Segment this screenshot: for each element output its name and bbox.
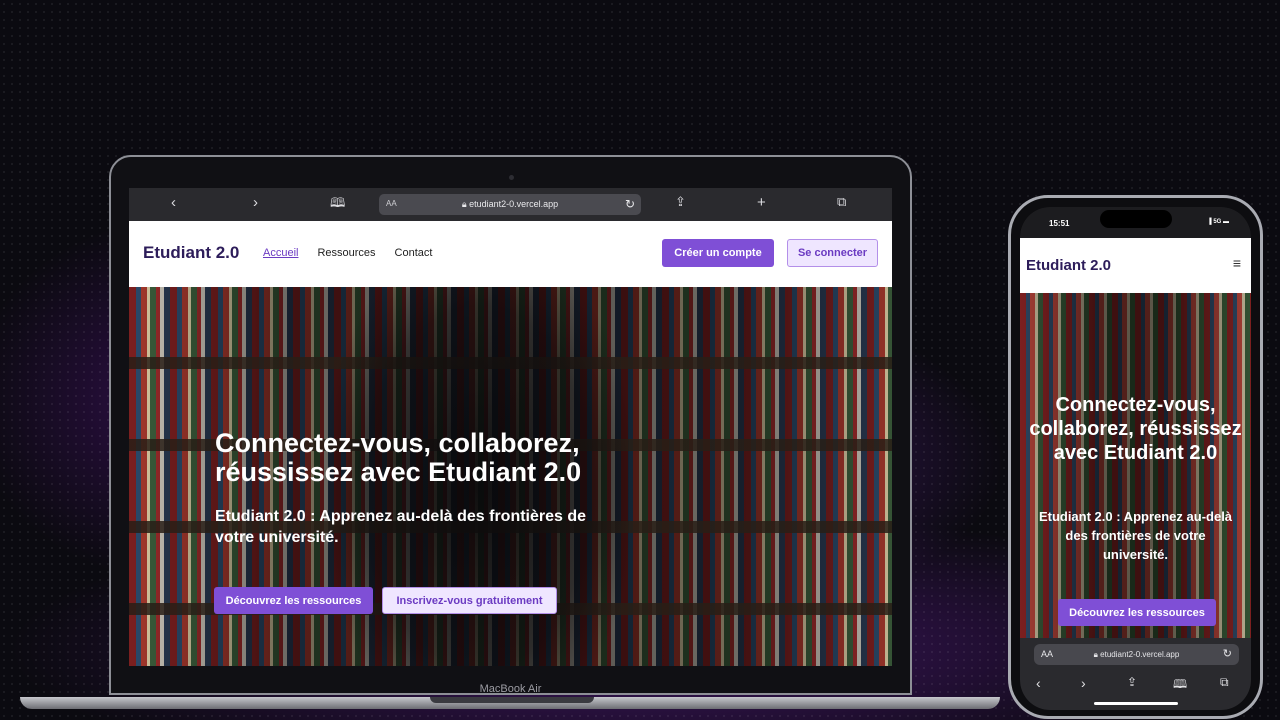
discover-resources-button[interactable]: Découvrez les ressources <box>214 587 373 614</box>
url-text: etudiant2-0.vercel.app <box>469 199 559 209</box>
lock-icon: 🔒︎ <box>461 199 467 209</box>
nav-link-contact[interactable]: Contact <box>395 247 433 259</box>
browser-toolbar: ‹ › 🕮 AA 🔒︎ etudiant2-0.vercel.app ↻ ⇪ +… <box>129 188 892 221</box>
login-button[interactable]: Se connecter <box>787 239 878 267</box>
phone-discover-resources-button[interactable]: Découvrez les ressources <box>1058 599 1216 626</box>
hero-title: Connectez-vous, collaborez, réussissez a… <box>215 428 582 487</box>
phone-reload-icon[interactable]: ↻ <box>1223 647 1232 660</box>
laptop-screen: ‹ › 🕮 AA 🔒︎ etudiant2-0.vercel.app ↻ ⇪ +… <box>129 188 892 666</box>
phone-hero-section: Connectez-vous, collaborez, réussissez a… <box>1020 293 1251 638</box>
laptop-mockup: ‹ › 🕮 AA 🔒︎ etudiant2-0.vercel.app ↻ ⇪ +… <box>109 155 912 695</box>
phone-back-icon[interactable]: ‹ <box>1036 675 1041 691</box>
phone-lock-icon: 🔒︎ <box>1093 650 1098 659</box>
battery-icon: ▬ <box>1223 219 1229 225</box>
share-icon[interactable]: ⇪ <box>675 194 686 210</box>
phone-site-header: Etudiant 2.0 ≡ <box>1020 238 1251 293</box>
site-header: Etudiant 2.0 Accueil Ressources Contact … <box>129 221 892 287</box>
phone-hero-subtitle: Etudiant 2.0 : Apprenez au-delà des fron… <box>1038 509 1233 562</box>
phone-mockup: 15:51 ▐ 5G ▬ Etudiant 2.0 ≡ Connectez-vo… <box>1008 195 1263 719</box>
home-indicator <box>1094 702 1178 705</box>
status-time: 15:51 <box>1049 219 1070 228</box>
forward-icon[interactable]: › <box>253 194 258 211</box>
phone-hero-background-image <box>1020 293 1251 638</box>
main-nav: Accueil Ressources Contact <box>263 247 432 259</box>
phone-tabs-icon[interactable]: ⧉ <box>1220 675 1229 690</box>
hamburger-menu-icon[interactable]: ≡ <box>1233 255 1241 271</box>
phone-browser-toolbar: AA 🔒︎ etudiant2-0.vercel.app ↻ ‹ › ⇪ 🕮 ⧉ <box>1020 638 1251 710</box>
signal-icon: ▐ <box>1207 219 1212 225</box>
tabs-icon[interactable]: ⧉ <box>837 194 846 210</box>
phone-bookmarks-icon[interactable]: 🕮 <box>1173 675 1187 696</box>
laptop-model-label: MacBook Air <box>479 683 542 695</box>
site-logo[interactable]: Etudiant 2.0 <box>143 243 239 263</box>
nav-link-resources[interactable]: Ressources <box>317 247 375 259</box>
phone-address-bar[interactable]: AA 🔒︎ etudiant2-0.vercel.app ↻ <box>1034 644 1239 665</box>
phone-site-logo[interactable]: Etudiant 2.0 <box>1026 257 1111 274</box>
new-tab-icon[interactable]: + <box>757 194 766 211</box>
hero-section: Connectez-vous, collaborez, réussissez a… <box>129 287 892 666</box>
phone-screen: 15:51 ▐ 5G ▬ Etudiant 2.0 ≡ Connectez-vo… <box>1020 207 1251 710</box>
phone-forward-icon[interactable]: › <box>1081 675 1086 691</box>
signup-free-button[interactable]: Inscrivez-vous gratuitement <box>382 587 557 614</box>
create-account-button[interactable]: Créer un compte <box>662 239 774 267</box>
reload-icon[interactable]: ↻ <box>625 197 635 211</box>
address-bar[interactable]: AA 🔒︎ etudiant2-0.vercel.app ↻ <box>379 194 641 215</box>
phone-hero-title: Connectez-vous, collaborez, réussissez a… <box>1029 394 1242 464</box>
hero-subtitle: Etudiant 2.0 : Apprenez au-delà des fron… <box>215 508 587 546</box>
network-label: 5G <box>1213 219 1222 225</box>
status-bar: 15:51 ▐ 5G ▬ <box>1020 207 1251 238</box>
dynamic-island <box>1100 210 1172 228</box>
phone-url-text: etudiant2-0.vercel.app <box>1100 650 1180 659</box>
laptop-camera <box>509 175 514 180</box>
bookmarks-icon[interactable]: 🕮 <box>330 194 345 216</box>
back-icon[interactable]: ‹ <box>171 194 176 211</box>
nav-link-home[interactable]: Accueil <box>263 247 298 259</box>
phone-share-icon[interactable]: ⇪ <box>1127 675 1137 689</box>
